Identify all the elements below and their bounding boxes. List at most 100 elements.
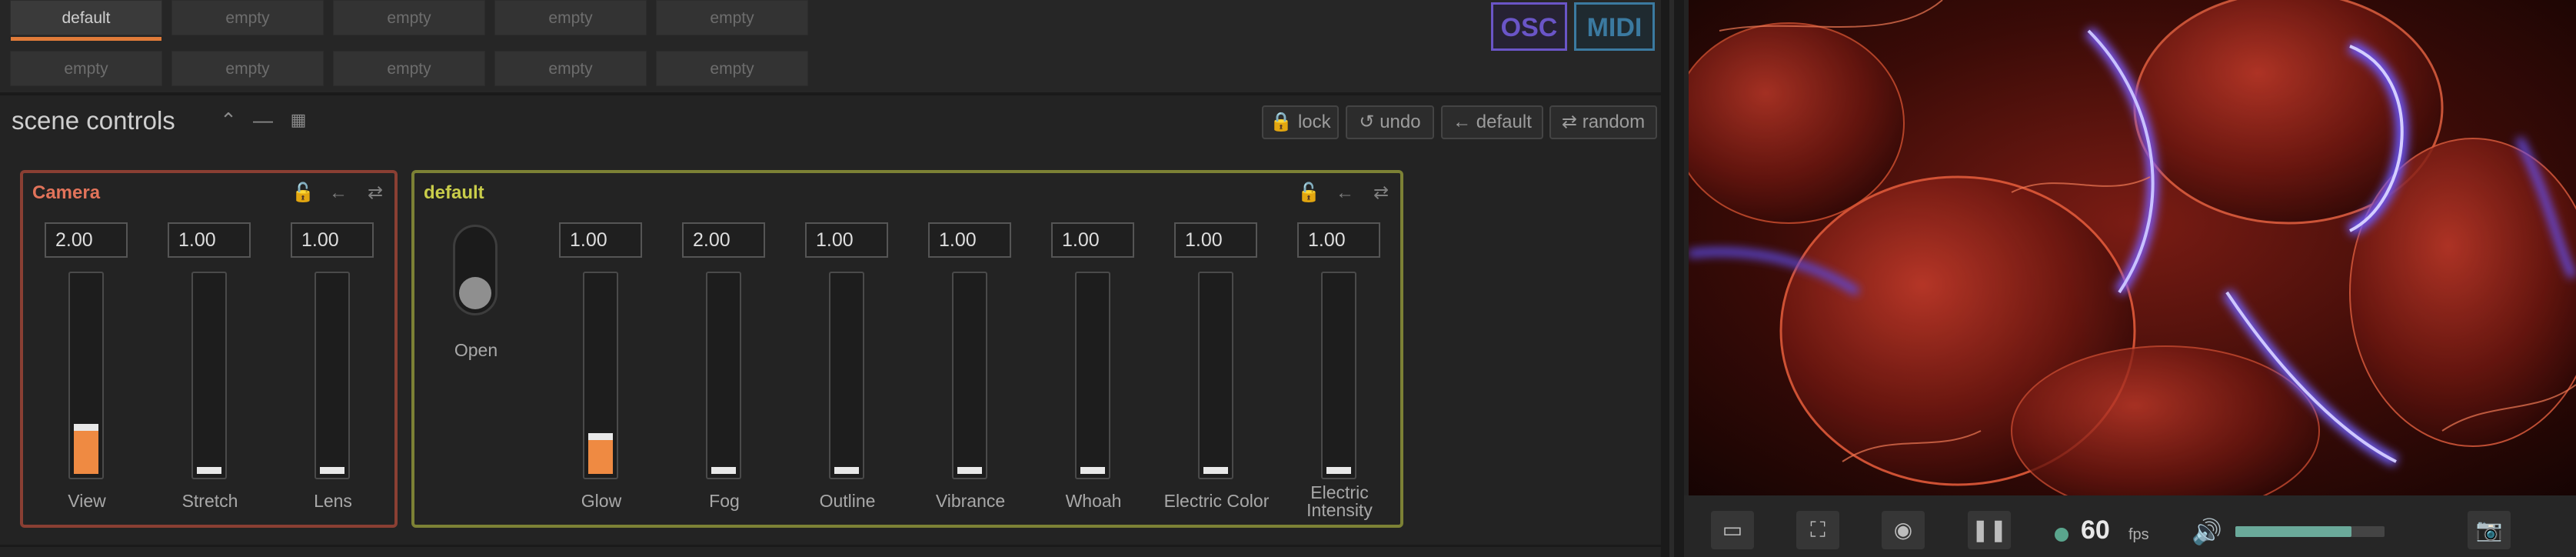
slider-label: Outline <box>819 491 876 511</box>
preset-slot-10[interactable]: empty <box>656 51 808 86</box>
unlock-icon[interactable]: 🔓 <box>1295 181 1323 205</box>
fps-label: fps <box>2128 526 2149 543</box>
shuffle-icon: ⇄ <box>1561 112 1578 132</box>
slider-label: Glow <box>581 491 622 511</box>
scene-title: scene controls <box>12 106 175 135</box>
slider-label: View <box>68 491 106 511</box>
shuffle-icon[interactable]: ⇄ <box>1367 181 1395 205</box>
pause-icon[interactable]: ❚❚ <box>1968 511 2011 549</box>
slider-track[interactable] <box>706 272 741 479</box>
default-group: default 🔓 ← ⇄ Open 1.00 Glow 2.00 Fog 1.00 Ou… <box>411 170 1403 528</box>
slider-label: Lens <box>314 491 352 511</box>
slider-label: Electric Color <box>1163 491 1270 511</box>
undo-icon: ↺ <box>1359 112 1375 132</box>
undo-label: undo <box>1380 112 1421 132</box>
preset-bar: default empty empty empty empty empty em… <box>0 0 1661 95</box>
slider-track[interactable] <box>1198 272 1233 479</box>
volume-level <box>2235 526 2352 537</box>
slider-fill <box>588 440 613 474</box>
random-button[interactable]: ⇄ random <box>1549 105 1657 139</box>
camera-group-title: Camera <box>32 182 101 203</box>
slider-value-input[interactable]: 1.00 <box>291 222 374 258</box>
slider-value-input[interactable]: 1.00 <box>928 222 1011 258</box>
slider-value-input[interactable]: 1.00 <box>1297 222 1380 258</box>
render-viewport[interactable] <box>1689 0 2576 495</box>
slider-track[interactable] <box>952 272 987 479</box>
slider-thumb[interactable] <box>74 424 98 431</box>
slider-thumb[interactable] <box>1080 467 1105 474</box>
slider-thumb[interactable] <box>197 467 221 474</box>
preset-slot-3[interactable]: empty <box>333 0 485 35</box>
slider-value-input[interactable]: 2.00 <box>682 222 765 258</box>
preset-slot-9[interactable]: empty <box>494 51 647 86</box>
lock-label: lock <box>1297 112 1331 132</box>
preset-slot-8[interactable]: empty <box>333 51 485 86</box>
preset-slot-7[interactable]: empty <box>171 51 324 86</box>
open-toggle[interactable] <box>453 225 498 315</box>
eye-icon[interactable]: ◉ <box>1882 511 1925 549</box>
slider-value-input[interactable]: 1.00 <box>805 222 888 258</box>
slider-track[interactable] <box>68 272 104 479</box>
arrow-left-icon[interactable]: ← <box>324 181 352 205</box>
preset-slot-1[interactable]: default <box>10 0 162 41</box>
midi-button[interactable]: MIDI <box>1574 2 1655 51</box>
fullscreen-icon[interactable]: ⛶ <box>1796 511 1839 549</box>
camera-group: Camera 🔓 ← ⇄ 2.00 View 1.00 Stretch 1.00 Lens <box>20 170 398 528</box>
random-label: random <box>1582 112 1646 132</box>
monitor-icon[interactable]: ▭ <box>1711 511 1754 549</box>
slider-thumb[interactable] <box>711 467 736 474</box>
preset-slot-2[interactable]: empty <box>171 0 324 35</box>
slider-label: Stretch <box>181 491 238 511</box>
lock-button[interactable]: 🔒 lock <box>1262 105 1339 139</box>
preset-slot-6[interactable]: empty <box>10 51 162 86</box>
toggle-knob[interactable] <box>459 277 491 309</box>
slider-thumb[interactable] <box>834 467 859 474</box>
minimize-icon[interactable]: — <box>251 108 275 132</box>
slider-thumb[interactable] <box>1203 467 1228 474</box>
preset-slot-5[interactable]: empty <box>656 0 808 35</box>
slider-thumb[interactable] <box>588 433 613 440</box>
bottom-divider <box>0 545 1661 547</box>
slider-value-input[interactable]: 1.00 <box>559 222 642 258</box>
fractal-render-image <box>1689 0 2576 495</box>
slider-track[interactable] <box>1321 272 1356 479</box>
arrow-left-icon[interactable]: ← <box>1331 181 1359 205</box>
volume-slider[interactable] <box>2235 526 2385 537</box>
slider-label: Vibrance <box>935 491 1006 511</box>
undo-button[interactable]: ↺ undo <box>1346 105 1434 139</box>
default-group-title: default <box>424 182 484 203</box>
fps-value: 60 <box>2081 515 2110 545</box>
shuffle-icon[interactable]: ⇄ <box>361 181 389 205</box>
slider-thumb[interactable] <box>320 467 344 474</box>
grid-icon[interactable]: ▦ <box>287 108 310 132</box>
slider-track[interactable] <box>583 272 618 479</box>
panel-resize-handle[interactable] <box>1661 0 1684 557</box>
slider-track[interactable] <box>1075 272 1110 479</box>
slider-value-input[interactable]: 1.00 <box>1174 222 1257 258</box>
arrow-left-icon: ← <box>1453 112 1472 132</box>
preset-slot-4[interactable]: empty <box>494 0 647 35</box>
slider-track[interactable] <box>829 272 864 479</box>
section-divider <box>0 92 1661 95</box>
camera-icon[interactable]: 📷 <box>2468 511 2511 549</box>
slider-value-input[interactable]: 2.00 <box>45 222 128 258</box>
slider-label: Electric Intensity <box>1306 482 1373 520</box>
slider-track[interactable] <box>315 272 350 479</box>
slider-value-input[interactable]: 1.00 <box>1051 222 1134 258</box>
chevron-up-icon[interactable]: ⌃ <box>217 108 240 132</box>
unlock-icon[interactable]: 🔓 <box>289 181 317 205</box>
slider-thumb[interactable] <box>1326 467 1351 474</box>
slider-value-input[interactable]: 1.00 <box>168 222 251 258</box>
default-button[interactable]: ← default <box>1441 105 1543 139</box>
volume-icon[interactable]: 🔊 <box>2192 517 2222 546</box>
fps-status-dot <box>2055 528 2068 542</box>
slider-label: Fog <box>709 491 740 511</box>
player-controls: ▭ ⛶ ◉ ❚❚ 60 fps 🔊 📷 <box>1684 495 2576 557</box>
slider-thumb[interactable] <box>957 467 982 474</box>
lock-icon: 🔒 <box>1270 112 1293 132</box>
slider-track[interactable] <box>191 272 227 479</box>
slider-label: Whoah <box>1065 491 1122 511</box>
open-toggle-label: Open <box>454 340 498 360</box>
slider-fill <box>74 431 98 474</box>
osc-button[interactable]: OSC <box>1491 2 1567 51</box>
